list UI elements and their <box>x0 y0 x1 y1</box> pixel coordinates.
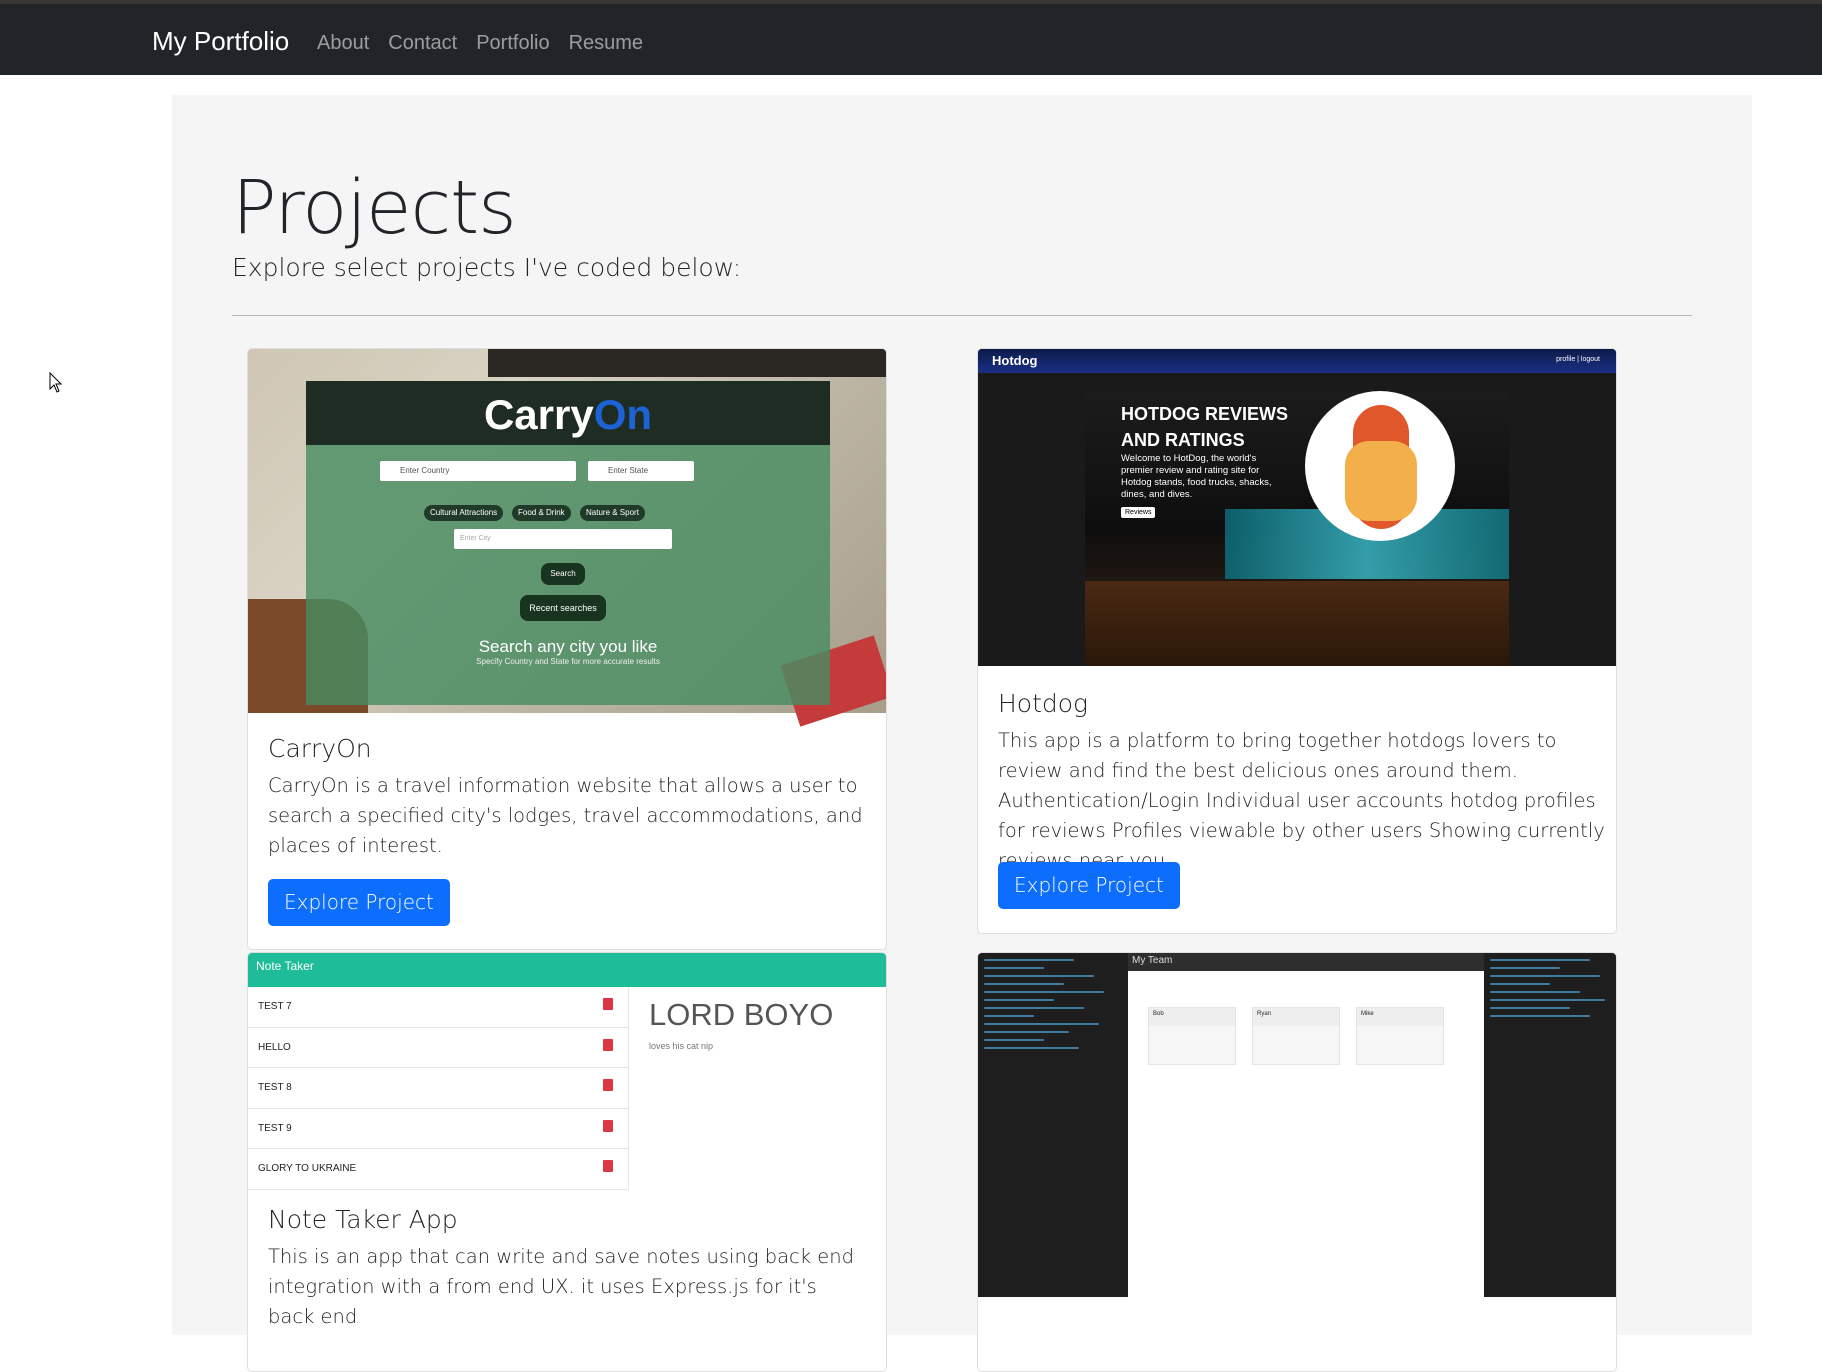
page-title: Projects <box>232 165 517 251</box>
team-page-preview: Bob Ryan Mike <box>1128 971 1484 1297</box>
card-title: CarryOn <box>268 734 372 763</box>
carryon-subtagline: Specify Country and State for more accur… <box>476 657 660 666</box>
hotdog-hero: HOTDOG REVIEWS AND RATINGS Welcome to Ho… <box>1085 391 1509 666</box>
state-select: Enter State <box>588 461 694 481</box>
trash-icon <box>603 1038 613 1051</box>
hotdog-hero-desc: Welcome to HotDog, the world's premier r… <box>1121 453 1272 500</box>
team-member-card: Ryan <box>1252 1007 1340 1065</box>
project-card-team: My Team Bob Ryan Mike <box>977 952 1617 1372</box>
note-item: TEST 7 <box>248 987 628 1028</box>
trash-icon <box>603 1160 613 1172</box>
chip-cultural: Cultural Attractions <box>424 505 504 521</box>
card-text: This app is a platform to bring together… <box>998 729 1605 872</box>
hotdog-brand: Hotdog <box>992 353 1038 368</box>
nav-link-portfolio[interactable]: Portfolio <box>476 32 549 55</box>
trash-icon <box>603 1079 613 1091</box>
note-editor-title: LORD BOYO <box>649 997 834 1032</box>
nav-links: About Contact Portfolio Resume <box>317 32 643 55</box>
mouse-cursor-icon <box>49 372 63 393</box>
card-text: CarryOn is a travel information website … <box>268 774 863 857</box>
card-text: This is an app that can write and save n… <box>268 1245 854 1328</box>
brand-link[interactable]: My Portfolio <box>152 26 289 57</box>
carryon-panel: CarryOn Enter Country Enter State Cultur… <box>306 381 830 705</box>
hotdog-nav-links: profile | logout <box>1556 356 1600 363</box>
navbar: My Portfolio About Contact Portfolio Res… <box>0 4 1822 75</box>
camera-decoration <box>488 349 886 377</box>
code-editor-right <box>1484 953 1616 1297</box>
notetaker-screenshot: Note Taker TEST 7 HELLO TEST 8 TEST 9 GL… <box>248 953 886 1191</box>
chip-nature: Nature & Sport <box>580 505 645 521</box>
explore-project-button[interactable]: Explore Project <box>268 879 450 926</box>
nav-link-contact[interactable]: Contact <box>388 32 457 55</box>
carryon-logo: CarryOn <box>483 391 653 438</box>
hotdog-mascot-icon <box>1305 391 1455 541</box>
hotdog-screenshot: Hotdog profile | logout HOTDOG REVIEWS A… <box>978 349 1616 666</box>
trash-icon <box>603 998 613 1010</box>
carryon-screenshot: CarryOn Enter Country Enter State Cultur… <box>248 349 886 727</box>
divider <box>232 315 1692 316</box>
note-list: TEST 7 HELLO TEST 8 TEST 9 GLORY TO UKRA… <box>248 987 628 1190</box>
note-item: TEST 9 <box>248 1109 628 1149</box>
note-editor: LORD BOYO loves his cat nip <box>628 987 886 1191</box>
card-title: Note Taker App <box>268 1205 458 1234</box>
explore-project-button[interactable]: Explore Project <box>998 862 1180 909</box>
page-lead: Explore select projects I've coded below… <box>232 253 742 282</box>
note-editor-text: loves his cat nip <box>649 1041 714 1051</box>
projects-section: Projects Explore select projects I've co… <box>172 95 1752 1372</box>
hotdog-hero-title: HOTDOG REVIEWS AND RATINGS <box>1121 404 1289 450</box>
trash-icon <box>603 1119 613 1132</box>
country-select: Enter Country <box>380 461 576 481</box>
nav-link-about[interactable]: About <box>317 32 369 55</box>
team-member-card: Mike <box>1356 1007 1444 1065</box>
note-item: GLORY TO UKRAINE <box>248 1149 628 1190</box>
hotdog-reviews-btn: Reviews <box>1121 507 1156 518</box>
note-item: TEST 8 <box>248 1068 628 1109</box>
team-window-title: My Team <box>1128 953 1484 971</box>
nav-link-resume[interactable]: Resume <box>569 32 643 55</box>
team-screenshot: My Team Bob Ryan Mike <box>978 953 1616 1297</box>
project-card-carryon: CarryOn Enter Country Enter State Cultur… <box>247 348 887 950</box>
carryon-tagline: Search any city you like <box>478 637 658 656</box>
recent-searches-preview: Recent searches <box>520 595 606 621</box>
search-button-preview: Search <box>541 563 585 585</box>
project-card-hotdog: Hotdog profile | logout HOTDOG REVIEWS A… <box>977 348 1617 934</box>
note-item: HELLO <box>248 1028 628 1068</box>
notetaker-brand: Note Taker <box>256 959 314 973</box>
city-input: Enter City <box>454 529 672 549</box>
code-editor-left <box>978 953 1128 1297</box>
card-title: Hotdog <box>998 689 1089 718</box>
project-card-notetaker: Note Taker TEST 7 HELLO TEST 8 TEST 9 GL… <box>247 952 887 1372</box>
team-member-card: Bob <box>1148 1007 1236 1065</box>
chip-food: Food & Drink <box>512 505 571 521</box>
